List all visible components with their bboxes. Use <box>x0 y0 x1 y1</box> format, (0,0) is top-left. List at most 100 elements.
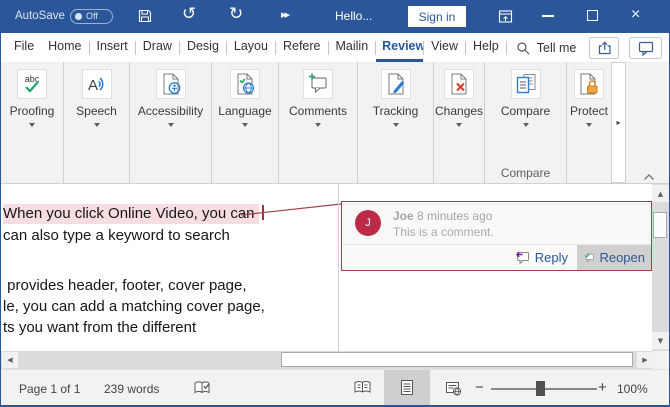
ribbon-groups: abc Proofing A Speech <box>1 62 669 183</box>
ribbon-group-tracking[interactable]: Tracking <box>358 62 434 183</box>
more-commands-icon[interactable]: ▸▸ <box>281 8 288 21</box>
speech-button[interactable]: A <box>82 69 112 99</box>
proofing-button[interactable]: abc <box>17 69 47 99</box>
accessibility-button[interactable] <box>156 69 186 99</box>
vertical-scrollbar-thumb[interactable] <box>653 212 667 238</box>
reopen-button[interactable]: Reopen <box>577 245 651 270</box>
ribbon-group-compare[interactable]: Compare Compare <box>485 62 567 183</box>
print-layout-button[interactable] <box>384 370 430 405</box>
ribbon-group-protect[interactable]: Protect <box>567 62 611 183</box>
language-icon <box>233 72 257 96</box>
tell-me-search[interactable]: Tell me <box>507 33 586 62</box>
tab-review[interactable]: Review <box>376 33 423 62</box>
page-indicator[interactable]: Page 1 of 1 <box>19 382 80 396</box>
ribbon-group-speech[interactable]: A Speech <box>64 62 130 183</box>
dropdown-arrow-icon[interactable] <box>29 123 35 127</box>
zoom-slider-handle[interactable] <box>536 381 545 396</box>
dropdown-arrow-icon[interactable] <box>456 123 462 127</box>
tab-help[interactable]: Help <box>466 33 506 62</box>
tab-references[interactable]: Refere <box>276 33 328 62</box>
comment-card[interactable]: J Joe 8 minutes ago This is a comment. R… <box>341 201 652 271</box>
protect-button[interactable] <box>574 69 604 99</box>
tracking-button[interactable] <box>381 69 411 99</box>
comments-ribbon-button[interactable] <box>303 69 333 99</box>
document-line[interactable]: le, you can add a matching cover page, <box>3 298 265 315</box>
changes-button[interactable] <box>444 69 474 99</box>
dropdown-arrow-icon[interactable] <box>242 123 248 127</box>
comments-button[interactable] <box>629 37 662 59</box>
read-mode-button[interactable] <box>341 370 383 405</box>
dropdown-arrow-icon[interactable] <box>393 123 399 127</box>
tab-file[interactable]: File <box>7 33 41 62</box>
document-line-highlighted[interactable]: When you click Online Video, you can <box>3 205 264 222</box>
ribbon-group-accessibility[interactable]: Accessibility <box>130 62 212 183</box>
compare-button[interactable] <box>511 69 541 99</box>
tab-layout[interactable]: Layou <box>227 33 275 62</box>
sign-in-button[interactable]: Sign in <box>408 6 466 27</box>
reply-button[interactable]: Reply <box>504 245 577 270</box>
ribbon-button-label: Proofing <box>10 105 55 118</box>
tab-draw[interactable]: Draw <box>136 33 179 62</box>
close-icon[interactable]: × <box>631 6 640 24</box>
web-layout-button[interactable] <box>432 370 474 405</box>
compare-icon <box>514 72 538 96</box>
comment-timestamp: 8 minutes ago <box>417 209 492 223</box>
redo-icon[interactable]: ↻ <box>229 4 243 24</box>
comment-header: J Joe 8 minutes ago This is a comment. <box>342 202 651 245</box>
horizontal-scrollbar[interactable]: ◀ ▶ <box>1 351 669 369</box>
document-title: Hello... <box>335 9 372 23</box>
protect-icon <box>577 72 601 96</box>
ribbon-group-changes[interactable]: Changes <box>434 62 485 183</box>
scroll-up-icon[interactable]: ▲ <box>652 185 669 202</box>
ribbon-scroll-right-button[interactable]: ▸ <box>611 62 626 183</box>
save-icon[interactable] <box>137 8 153 29</box>
tab-home[interactable]: Home <box>41 33 88 62</box>
proofing-icon: abc <box>20 72 44 96</box>
word-count[interactable]: 239 words <box>104 382 159 396</box>
tab-insert[interactable]: Insert <box>90 33 135 62</box>
tab-mailings[interactable]: Mailin <box>329 33 376 62</box>
language-button[interactable] <box>230 69 260 99</box>
zoom-out-button[interactable]: − <box>475 379 484 396</box>
ribbon-button-label: Protect <box>570 105 608 118</box>
document-line[interactable]: provides header, footer, cover page, <box>3 277 247 294</box>
tab-view[interactable]: View <box>424 33 465 62</box>
ribbon-group-proofing[interactable]: abc Proofing <box>1 62 64 183</box>
dropdown-arrow-icon[interactable] <box>168 123 174 127</box>
ribbon-button-label: Comments <box>289 105 347 118</box>
ribbon-group-language[interactable]: Language <box>212 62 279 183</box>
scroll-left-icon[interactable]: ◀ <box>2 352 18 368</box>
tab-design[interactable]: Desig <box>180 33 226 62</box>
reply-label: Reply <box>535 250 568 265</box>
autosave-toggle[interactable]: Off <box>70 9 113 24</box>
commented-text-highlight[interactable]: When you click Online Video, you can <box>3 204 259 224</box>
comments-icon <box>306 72 330 96</box>
scroll-right-icon[interactable]: ▶ <box>637 352 653 368</box>
zoom-in-button[interactable]: + <box>598 379 607 396</box>
document-line[interactable]: ts you want from the different <box>3 319 196 336</box>
proofing-status-icon[interactable] <box>193 380 211 399</box>
document-workspace[interactable]: When you click Online Video, you can can… <box>1 184 669 351</box>
scroll-down-icon[interactable]: ▼ <box>652 332 669 349</box>
horizontal-scrollbar-thumb[interactable] <box>281 352 633 367</box>
dropdown-arrow-icon[interactable] <box>315 123 321 127</box>
dropdown-arrow-icon[interactable] <box>523 123 529 127</box>
search-icon <box>516 41 530 55</box>
ribbon-display-options-icon[interactable] <box>497 8 514 30</box>
minimize-icon[interactable] <box>542 15 554 17</box>
maximize-icon[interactable] <box>587 10 598 21</box>
ribbon-group-comments[interactable]: Comments <box>279 62 358 183</box>
dropdown-arrow-icon[interactable] <box>586 123 592 127</box>
speech-icon: A <box>85 72 109 96</box>
vertical-scrollbar[interactable]: ▲ ▼ <box>652 184 669 351</box>
save-icon-glyph <box>137 8 153 24</box>
word-window: AutoSave Off ↺ ↻ ▸▸ Hello... Sign in × <box>0 0 670 407</box>
ribbon-button-label: Speech <box>76 105 117 118</box>
dropdown-arrow-icon[interactable] <box>94 123 100 127</box>
accessibility-icon <box>159 72 183 96</box>
undo-icon[interactable]: ↺ <box>182 4 196 24</box>
document-line[interactable]: can also type a keyword to search <box>3 227 230 244</box>
share-button[interactable] <box>589 37 619 59</box>
ribbon-button-label: Tracking <box>373 105 419 118</box>
zoom-level[interactable]: 100% <box>617 382 648 396</box>
